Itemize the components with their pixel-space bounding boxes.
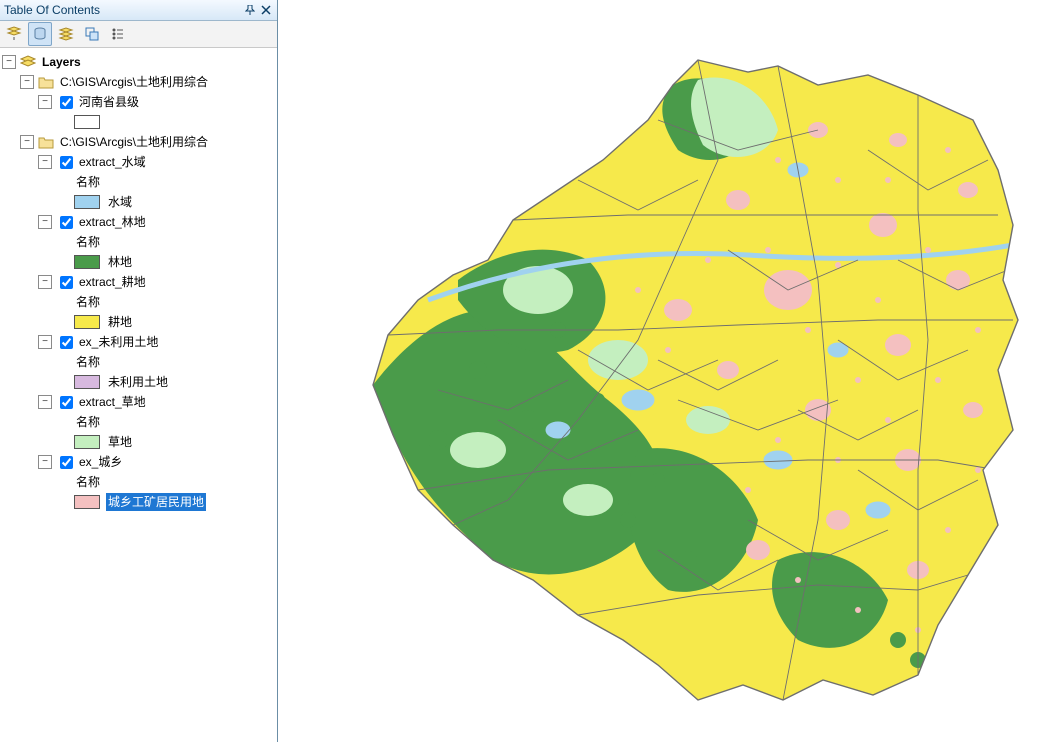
class-label[interactable]: 未利用土地	[106, 373, 170, 391]
expand-toggle[interactable]: −	[38, 95, 52, 109]
layer-visibility-checkbox[interactable]	[60, 156, 73, 169]
symbol-swatch[interactable]	[74, 435, 100, 449]
layer-name[interactable]: extract_耕地	[77, 273, 148, 291]
class-label[interactable]: 城乡工矿居民用地	[106, 493, 206, 511]
toc-header: Table Of Contents	[0, 0, 277, 21]
field-label: 名称	[74, 233, 102, 251]
class-label[interactable]: 耕地	[106, 313, 134, 331]
layer-name[interactable]: extract_草地	[77, 393, 148, 411]
field-label: 名称	[74, 293, 102, 311]
field-label: 名称	[74, 473, 102, 491]
list-drawing-order-button[interactable]	[2, 22, 26, 46]
layer-tree[interactable]: − Layers − C:\GIS\Arcgis\土地利用综合 − 河南省县级	[0, 48, 277, 742]
layer-name[interactable]: ex_城乡	[77, 453, 124, 471]
close-icon[interactable]	[259, 3, 273, 17]
group-path[interactable]: C:\GIS\Arcgis\土地利用综合	[58, 133, 210, 151]
layer-visibility-checkbox[interactable]	[60, 396, 73, 409]
tree-layer[interactable]: − ex_未利用土地	[2, 332, 275, 352]
layer-visibility-checkbox[interactable]	[60, 336, 73, 349]
symbol-swatch[interactable]	[74, 255, 100, 269]
layer-name[interactable]: ex_未利用土地	[77, 333, 160, 351]
expand-toggle[interactable]: −	[38, 215, 52, 229]
field-label: 名称	[74, 353, 102, 371]
layer-visibility-checkbox[interactable]	[60, 96, 73, 109]
tree-layer[interactable]: − extract_耕地	[2, 272, 275, 292]
tree-field[interactable]: 名称	[2, 472, 275, 492]
tree-group[interactable]: − C:\GIS\Arcgis\土地利用综合	[2, 132, 275, 152]
tree-field[interactable]: 名称	[2, 172, 275, 192]
group-path[interactable]: C:\GIS\Arcgis\土地利用综合	[58, 73, 210, 91]
map-view[interactable]	[278, 0, 1058, 742]
expand-toggle[interactable]: −	[38, 335, 52, 349]
tree-symbol[interactable]: 耕地	[2, 312, 275, 332]
field-label: 名称	[74, 413, 102, 431]
layer-name[interactable]: extract_水域	[77, 153, 148, 171]
toc-panel: Table Of Contents	[0, 0, 278, 742]
tree-field[interactable]: 名称	[2, 412, 275, 432]
folder-icon	[38, 135, 54, 149]
tree-field[interactable]: 名称	[2, 352, 275, 372]
expand-toggle[interactable]: −	[38, 155, 52, 169]
layer-visibility-checkbox[interactable]	[60, 276, 73, 289]
tree-field[interactable]: 名称	[2, 232, 275, 252]
pin-icon[interactable]	[243, 3, 257, 17]
list-visibility-button[interactable]	[54, 22, 78, 46]
tree-symbol[interactable]: 草地	[2, 432, 275, 452]
symbol-swatch[interactable]	[74, 495, 100, 509]
class-label[interactable]: 林地	[106, 253, 134, 271]
symbol-swatch[interactable]	[74, 115, 100, 129]
tree-root[interactable]: − Layers	[2, 52, 275, 72]
symbol-swatch[interactable]	[74, 315, 100, 329]
expand-toggle[interactable]: −	[20, 135, 34, 149]
field-label: 名称	[74, 173, 102, 191]
expand-toggle[interactable]: −	[38, 395, 52, 409]
tree-symbol[interactable]	[2, 112, 275, 132]
tree-symbol[interactable]: 城乡工矿居民用地	[2, 492, 275, 512]
expand-toggle[interactable]: −	[38, 455, 52, 469]
list-selection-button[interactable]	[80, 22, 104, 46]
class-label[interactable]: 水域	[106, 193, 134, 211]
options-button[interactable]	[106, 22, 130, 46]
tree-layer[interactable]: − extract_林地	[2, 212, 275, 232]
toc-title: Table Of Contents	[4, 3, 241, 17]
tree-layer[interactable]: − extract_草地	[2, 392, 275, 412]
folder-icon	[38, 75, 54, 89]
tree-symbol[interactable]: 林地	[2, 252, 275, 272]
symbol-swatch[interactable]	[74, 195, 100, 209]
layer-visibility-checkbox[interactable]	[60, 456, 73, 469]
tree-symbol[interactable]: 水域	[2, 192, 275, 212]
toc-toolbar	[0, 21, 277, 48]
tree-symbol[interactable]: 未利用土地	[2, 372, 275, 392]
list-source-button[interactable]	[28, 22, 52, 46]
root-label[interactable]: Layers	[40, 53, 83, 71]
layers-icon	[20, 55, 36, 69]
map-canvas[interactable]	[278, 0, 1058, 742]
app-root: Table Of Contents	[0, 0, 1058, 742]
tree-layer[interactable]: − ex_城乡	[2, 452, 275, 472]
layer-name[interactable]: 河南省县级	[77, 93, 141, 111]
tree-field[interactable]: 名称	[2, 292, 275, 312]
layer-visibility-checkbox[interactable]	[60, 216, 73, 229]
expand-toggle[interactable]: −	[20, 75, 34, 89]
expand-toggle[interactable]: −	[2, 55, 16, 69]
class-label[interactable]: 草地	[106, 433, 134, 451]
expand-toggle[interactable]: −	[38, 275, 52, 289]
layer-name[interactable]: extract_林地	[77, 213, 148, 231]
tree-layer[interactable]: − 河南省县级	[2, 92, 275, 112]
symbol-swatch[interactable]	[74, 375, 100, 389]
tree-group[interactable]: − C:\GIS\Arcgis\土地利用综合	[2, 72, 275, 92]
tree-layer[interactable]: − extract_水域	[2, 152, 275, 172]
